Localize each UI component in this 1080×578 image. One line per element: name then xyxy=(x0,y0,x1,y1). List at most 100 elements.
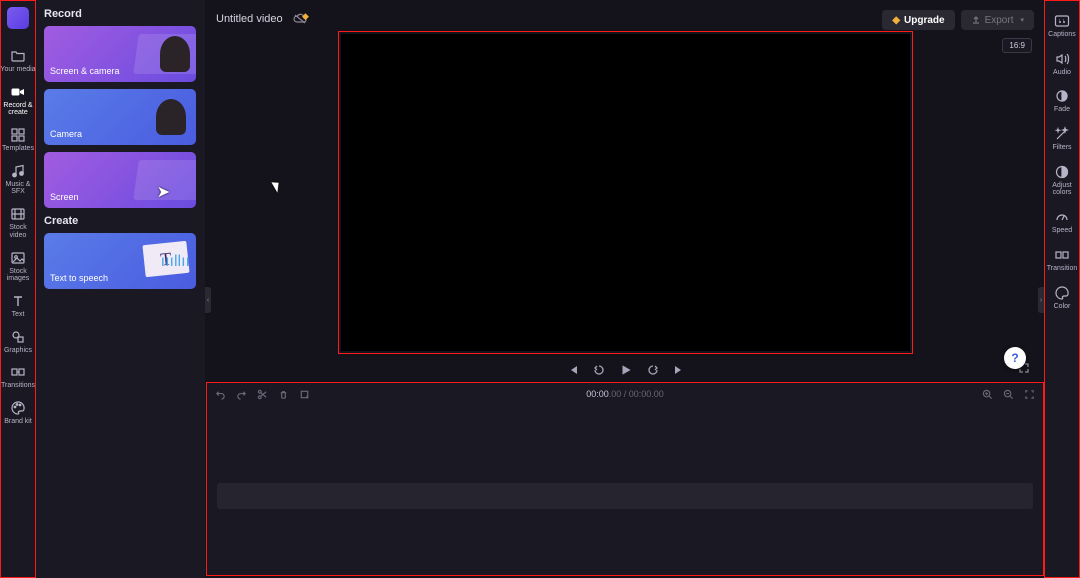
timeline-zoom-tools xyxy=(982,389,1035,400)
folder-icon xyxy=(10,48,26,64)
aspect-ratio-selector[interactable]: 16:9 xyxy=(1002,38,1032,53)
music-icon xyxy=(10,163,26,179)
magic-wand-icon xyxy=(1054,126,1070,142)
nav-item-templates[interactable]: Templates xyxy=(0,122,36,158)
diamond-icon: ◆ xyxy=(892,15,900,26)
palette-icon xyxy=(10,400,26,416)
nav-item-label: Text xyxy=(12,311,25,319)
delete-button[interactable] xyxy=(278,389,289,400)
right-item-label: Adjust colors xyxy=(1044,182,1080,197)
right-item-label: Captions xyxy=(1048,31,1076,39)
record-create-panel: Record Screen & camera Camera ➤ Screen C… xyxy=(36,0,205,578)
panel-heading-record: Record xyxy=(44,8,197,20)
zoom-in-button[interactable] xyxy=(982,389,993,400)
right-item-speed[interactable]: Speed xyxy=(1044,203,1080,241)
right-item-audio[interactable]: Audio xyxy=(1044,45,1080,83)
nav-item-brand-kit[interactable]: Brand kit xyxy=(0,395,36,431)
step-back-button[interactable] xyxy=(593,364,605,376)
card-text-to-speech[interactable]: T ıııllıı Text to speech xyxy=(44,233,196,289)
video-title[interactable]: Untitled video xyxy=(216,13,283,25)
zoom-out-button[interactable] xyxy=(1003,389,1014,400)
cursor-icon: ➤ xyxy=(157,182,170,202)
mouse-cursor-icon xyxy=(271,179,282,192)
right-item-label: Audio xyxy=(1053,69,1071,77)
collapse-left-panel-button[interactable]: ‹ xyxy=(205,287,211,313)
transport-controls xyxy=(338,360,913,380)
fade-icon xyxy=(1054,88,1070,104)
timeline-edit-tools xyxy=(215,389,310,400)
card-screen-and-camera[interactable]: Screen & camera xyxy=(44,26,196,82)
transition-icon xyxy=(1054,247,1070,263)
nav-item-transitions[interactable]: Transitions xyxy=(0,359,36,395)
timeline-panel: 00:00.00 / 00:00.00 xyxy=(206,382,1044,576)
fit-timeline-button[interactable] xyxy=(1024,389,1035,400)
current-time-ms: .00 xyxy=(609,389,622,399)
chevron-down-icon: ▾ xyxy=(1020,16,1024,24)
text-icon xyxy=(10,293,26,309)
split-button[interactable] xyxy=(257,389,268,400)
video-canvas[interactable] xyxy=(341,34,910,351)
right-item-captions[interactable]: Captions xyxy=(1044,7,1080,45)
soundwave-icon: ıııllıı xyxy=(161,253,190,271)
right-item-adjust-colors[interactable]: Adjust colors xyxy=(1044,158,1080,203)
nav-item-label: Record & create xyxy=(0,102,36,117)
skip-end-button[interactable] xyxy=(673,364,685,376)
timeline-track[interactable] xyxy=(217,483,1033,509)
person-avatar-icon xyxy=(160,36,190,72)
right-item-fade[interactable]: Fade xyxy=(1044,82,1080,120)
right-item-color[interactable]: Color xyxy=(1044,279,1080,317)
nav-item-music-sfx[interactable]: Music & SFX xyxy=(0,158,36,201)
nav-item-label: Brand kit xyxy=(4,418,32,426)
contrast-icon xyxy=(1054,164,1070,180)
nav-item-label: Stock images xyxy=(0,268,36,283)
nav-item-text[interactable]: Text xyxy=(0,288,36,324)
export-button[interactable]: Export ▾ xyxy=(961,10,1034,30)
export-label: Export xyxy=(985,15,1014,26)
image-icon xyxy=(10,250,26,266)
card-label: Text to speech xyxy=(50,273,108,283)
nav-item-label: Your media xyxy=(0,66,35,74)
right-item-transition[interactable]: Transition xyxy=(1044,241,1080,279)
templates-icon xyxy=(10,127,26,143)
crop-button[interactable] xyxy=(299,389,310,400)
upgrade-label: Upgrade xyxy=(904,15,945,26)
right-item-label: Transition xyxy=(1047,265,1077,273)
header-actions: ◆ Upgrade Export ▾ xyxy=(882,10,1034,30)
upgrade-button[interactable]: ◆ Upgrade xyxy=(882,10,954,30)
collapse-right-panel-button[interactable]: › xyxy=(1038,287,1044,313)
redo-button[interactable] xyxy=(236,389,247,400)
card-label: Screen & camera xyxy=(50,66,120,76)
app-logo[interactable] xyxy=(7,7,29,29)
speedometer-icon xyxy=(1054,209,1070,225)
help-icon: ? xyxy=(1011,351,1018,365)
nav-item-record-create[interactable]: Record & create xyxy=(0,79,36,122)
play-button[interactable] xyxy=(619,363,633,377)
right-item-label: Speed xyxy=(1052,227,1072,235)
undo-button[interactable] xyxy=(215,389,226,400)
card-label: Camera xyxy=(50,129,82,139)
right-item-filters[interactable]: Filters xyxy=(1044,120,1080,158)
card-label: Screen xyxy=(50,192,79,202)
nav-item-label: Stock video xyxy=(0,224,36,239)
preview-area xyxy=(338,31,913,354)
premium-diamond-icon: ◆ xyxy=(302,11,309,22)
speaker-icon xyxy=(1054,51,1070,67)
nav-item-your-media[interactable]: Your media xyxy=(0,43,36,79)
nav-item-stock-video[interactable]: Stock video xyxy=(0,201,36,244)
help-button[interactable]: ? xyxy=(1004,347,1026,369)
card-screen[interactable]: ➤ Screen xyxy=(44,152,196,208)
captions-icon xyxy=(1054,13,1070,29)
nav-item-stock-images[interactable]: Stock images xyxy=(0,245,36,288)
skip-start-button[interactable] xyxy=(567,364,579,376)
upload-icon xyxy=(971,15,981,25)
left-nav: Your media Record & create Templates Mus… xyxy=(0,0,36,578)
palette-icon xyxy=(1054,285,1070,301)
nav-item-label: Transitions xyxy=(1,382,35,390)
right-nav: Captions Audio Fade Filters Adjust color… xyxy=(1044,0,1080,578)
right-item-label: Fade xyxy=(1054,106,1070,114)
camcorder-icon xyxy=(10,84,26,100)
step-forward-button[interactable] xyxy=(647,364,659,376)
panel-heading-create: Create xyxy=(44,215,197,227)
nav-item-graphics[interactable]: Graphics xyxy=(0,324,36,360)
card-camera[interactable]: Camera xyxy=(44,89,196,145)
